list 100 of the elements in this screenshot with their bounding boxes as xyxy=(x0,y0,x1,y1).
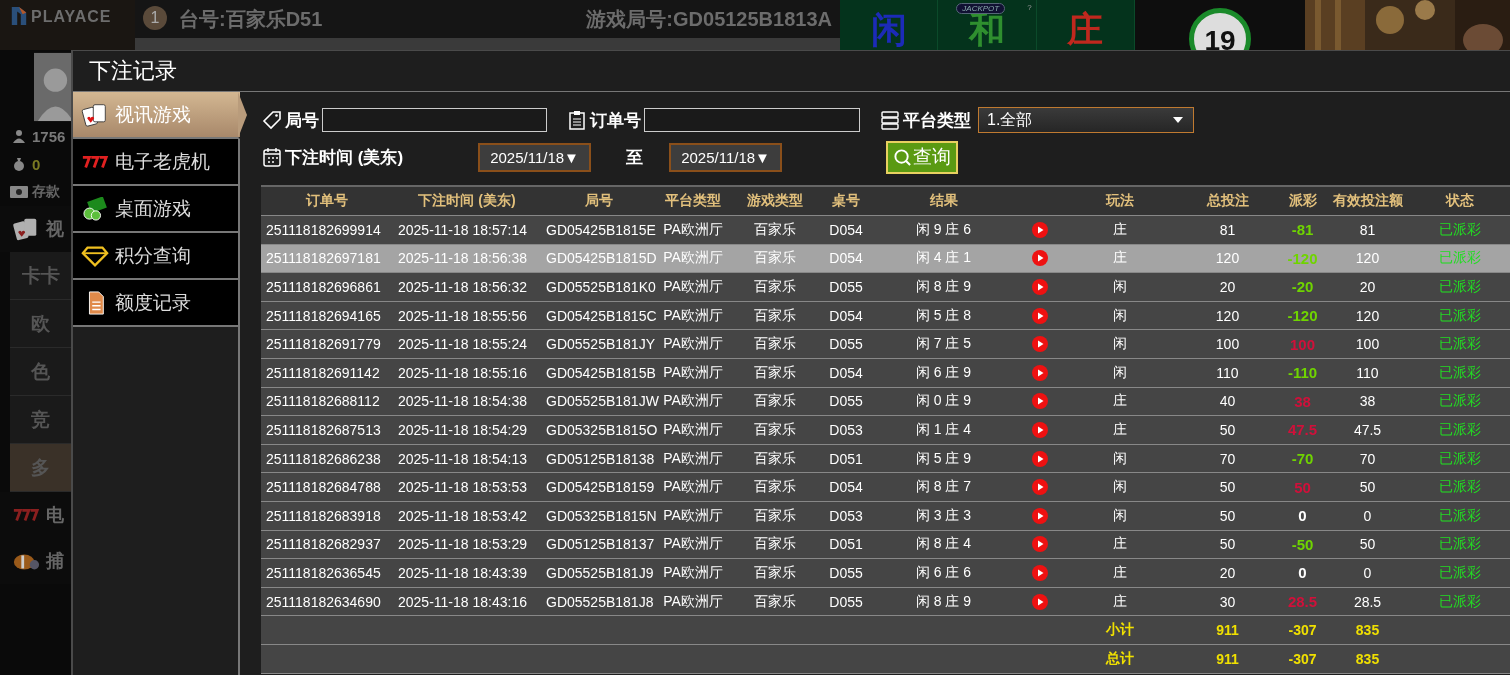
bet-time-label: 下注时间 (美东) xyxy=(285,146,404,169)
table-cell: 闲 9 庄 6 xyxy=(872,215,1015,245)
play-icon[interactable] xyxy=(1032,593,1048,610)
play-icon[interactable] xyxy=(1032,450,1048,467)
column-header: 订单号 xyxy=(261,186,393,216)
table-cell: 已派彩 xyxy=(1410,558,1510,588)
table-row[interactable]: 251118182682937 2025-11-18 18:53:29 GD05125B18137 PA欧洲厅 百家乐 D051 闲 8 庄 4 庄 50 -50 50 已派彩 xyxy=(261,530,1510,559)
table-cell: 闲 xyxy=(1065,301,1175,330)
total-cell: 835 xyxy=(1325,644,1410,673)
table-cell: 50 xyxy=(1175,530,1280,559)
platform-label: 平台类型 xyxy=(903,109,971,132)
cash-chips-icon xyxy=(81,196,109,221)
table-cell: 251118182696861 xyxy=(261,272,393,302)
table-cell: PA欧洲厅 xyxy=(656,415,730,445)
table-row[interactable]: 251118182683918 2025-11-18 18:53:42 GD05325B1815N PA欧洲厅 百家乐 D053 闲 3 庄 3 闲 50 0 0 已派彩 xyxy=(261,501,1510,531)
date-to-picker[interactable]: 2025/11/18▼ xyxy=(669,142,783,172)
table-cell: GD05425B1815D xyxy=(541,244,656,273)
play-icon[interactable] xyxy=(1032,221,1048,238)
play-icon[interactable] xyxy=(1032,250,1048,267)
play-icon[interactable] xyxy=(1032,479,1048,496)
diamond-icon xyxy=(81,243,109,268)
sidebar-item[interactable]: 桌面游戏 xyxy=(73,186,240,233)
table-cell: 百家乐 xyxy=(730,558,820,588)
playing-cards-icon xyxy=(81,102,109,127)
table-cell: D053 xyxy=(820,415,872,445)
table-cell: 2025-11-18 18:56:32 xyxy=(393,272,541,302)
table-row[interactable]: 251118182694165 2025-11-18 18:55:56 GD05425B1815C PA欧洲厅 百家乐 D054 闲 5 庄 8 闲 120 -120 120 已派彩 xyxy=(261,301,1510,330)
table-row[interactable]: 251118182691779 2025-11-18 18:55:24 GD05525B181JY PA欧洲厅 百家乐 D055 闲 7 庄 5 闲 100 100 100 已派彩 xyxy=(261,329,1510,359)
table-cell: GD05525B181J9 xyxy=(541,558,656,588)
table-cell: GD05525B181JY xyxy=(541,329,656,359)
table-cell: 百家乐 xyxy=(730,329,820,359)
play-icon[interactable] xyxy=(1032,307,1048,324)
table-cell: 251118182683918 xyxy=(261,501,393,531)
play-icon[interactable] xyxy=(1032,564,1048,581)
bet-area-label: 庄 xyxy=(1067,10,1104,50)
table-cell: 2025-11-18 18:43:39 xyxy=(393,558,541,588)
table-cell: D054 xyxy=(820,244,872,273)
table-cell: 251118182688112 xyxy=(261,387,393,416)
table-cell: 闲 xyxy=(1065,272,1175,302)
table-cell: 0 xyxy=(1325,501,1410,531)
table-row[interactable]: 251118182686238 2025-11-18 18:54:13 GD05125B18138 PA欧洲厅 百家乐 D051 闲 5 庄 9 闲 70 -70 70 已派彩 xyxy=(261,444,1510,473)
table-cell: 庄 xyxy=(1065,558,1175,588)
table-number-badge: 1 xyxy=(143,6,167,30)
table-cell: 已派彩 xyxy=(1410,301,1510,330)
play-icon[interactable] xyxy=(1032,536,1048,553)
logo-icon xyxy=(10,5,28,27)
column-header: 平台类型 xyxy=(656,186,730,216)
play-icon[interactable] xyxy=(1032,279,1048,295)
table-cell: PA欧洲厅 xyxy=(656,358,730,388)
play-icon[interactable] xyxy=(1032,364,1048,381)
table-cell: 闲 7 庄 5 xyxy=(872,329,1015,359)
table-row[interactable]: 251118182699914 2025-11-18 18:57:14 GD05425B1815E PA欧洲厅 百家乐 D054 闲 9 庄 6 庄 81 -81 81 已派彩 xyxy=(261,215,1510,245)
table-cell: 40 xyxy=(1175,387,1280,416)
play-icon[interactable] xyxy=(1032,336,1048,353)
payout-amount: -70 xyxy=(1291,450,1314,468)
table-row[interactable]: 251118182696861 2025-11-18 18:56:32 GD05525B181K0 PA欧洲厅 百家乐 D055 闲 8 庄 9 闲 20 -20 20 已派彩 xyxy=(261,272,1510,302)
table-cell: 2025-11-18 18:55:56 xyxy=(393,301,541,330)
table-row[interactable]: 251118182636545 2025-11-18 18:43:39 GD05525B181J9 PA欧洲厅 百家乐 D055 闲 6 庄 6 庄 20 0 0 已派彩 xyxy=(261,558,1510,588)
sidebar-item[interactable]: 额度记录 xyxy=(73,280,240,327)
table-row[interactable]: 251118182691142 2025-11-18 18:55:16 GD05425B1815B PA欧洲厅 百家乐 D054 闲 6 庄 9 闲 110 -110 110 已派彩 xyxy=(261,358,1510,388)
table-cell: D051 xyxy=(820,444,872,473)
help-badge[interactable]: ? xyxy=(1027,3,1032,12)
table-cell: D055 xyxy=(820,329,872,359)
calendar-icon xyxy=(262,147,282,167)
clipboard-icon xyxy=(567,110,587,130)
table-cell: 闲 xyxy=(1065,501,1175,531)
table-cell: 百家乐 xyxy=(730,444,820,473)
play-icon[interactable] xyxy=(1032,507,1048,524)
table-row[interactable]: 251118182684788 2025-11-18 18:53:53 GD05425B18159 PA欧洲厅 百家乐 D054 闲 8 庄 7 闲 50 50 50 已派彩 xyxy=(261,472,1510,502)
platform-select[interactable]: 1.全部 xyxy=(978,107,1194,133)
table-cell: GD05425B1815C xyxy=(541,301,656,330)
table-row[interactable]: 251118182634690 2025-11-18 18:43:16 GD05525B181J8 PA欧洲厅 百家乐 D055 闲 8 庄 9 庄 30 28.5 28.5 已派彩 xyxy=(261,587,1510,616)
table-cell: 百家乐 xyxy=(730,244,820,273)
table-cell: GD05525B181J8 xyxy=(541,587,656,616)
table-cell: PA欧洲厅 xyxy=(656,530,730,559)
table-cell: PA欧洲厅 xyxy=(656,301,730,330)
column-header: 游戏类型 xyxy=(730,186,820,216)
table-cell: 闲 8 庄 7 xyxy=(872,472,1015,502)
table-cell: 20 xyxy=(1325,272,1410,302)
order-input[interactable] xyxy=(644,108,860,132)
table-cell: 已派彩 xyxy=(1410,244,1510,273)
table-row[interactable]: 251118182687513 2025-11-18 18:54:29 GD05325B1815O PA欧洲厅 百家乐 D053 闲 1 庄 4 庄 50 47.5 47.5 已派彩 xyxy=(261,415,1510,445)
table-cell: 闲 5 庄 8 xyxy=(872,301,1015,330)
table-cell: D055 xyxy=(820,387,872,416)
column-header: 结果 xyxy=(872,186,1015,216)
play-icon[interactable] xyxy=(1032,421,1048,438)
sidebar-item[interactable]: 积分查询 xyxy=(73,233,240,280)
payout-amount: -120 xyxy=(1287,307,1318,325)
table-cell: 120 xyxy=(1175,301,1280,330)
table-cell: 2025-11-18 18:54:13 xyxy=(393,444,541,473)
round-input[interactable] xyxy=(322,108,547,132)
table-cell: 28.5 xyxy=(1325,587,1410,616)
table-cell: D054 xyxy=(820,215,872,245)
table-cell: 百家乐 xyxy=(730,215,820,245)
cash-icon xyxy=(10,185,28,199)
sidebar-item[interactable]: 电子老虎机 xyxy=(73,139,240,186)
date-from-picker[interactable]: 2025/11/18▼ xyxy=(478,142,592,172)
jackpot-badge: JACKPOT xyxy=(956,3,1006,14)
play-icon[interactable] xyxy=(1032,393,1048,410)
bet-area[interactable]: JACKPOT ? 和 xyxy=(938,0,1037,50)
